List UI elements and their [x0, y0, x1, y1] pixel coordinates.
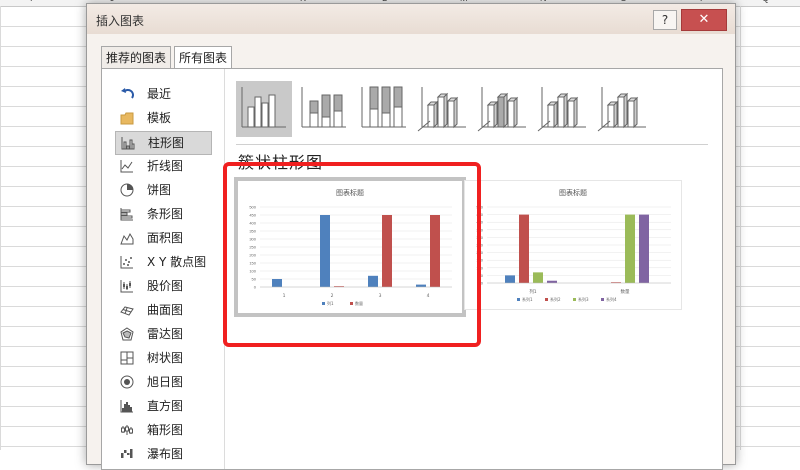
sunburst-chart-icon	[120, 375, 134, 389]
sidebar-item-sunburst-chart[interactable]: 旭日图	[115, 371, 211, 393]
sidebar-item-radar-chart[interactable]: 雷达图	[115, 323, 211, 345]
histogram-chart-icon	[120, 400, 133, 413]
bar-3-2	[625, 214, 635, 283]
column-chart-icon	[121, 137, 135, 150]
sidebar-item-treemap-chart[interactable]: 树状图	[115, 347, 211, 369]
3d-clustered-column-icon	[417, 87, 466, 132]
sidebar-item-bar-chart[interactable]: 条形图	[115, 203, 211, 225]
sidebar-item-label: 箱形图	[147, 423, 184, 437]
grid-column-line	[0, 6, 1, 450]
sidebar-item-scatter-chart[interactable]: X Y 散点图	[115, 251, 211, 273]
tab-recommended-charts[interactable]: 推荐的图表	[101, 46, 172, 70]
sidebar-item-surface-chart[interactable]: 曲面图	[115, 299, 211, 321]
sidebar-item-pie-chart[interactable]: 饼图	[115, 179, 211, 201]
area-chart-icon	[120, 232, 134, 245]
3d-stacked-column-icon	[477, 87, 526, 132]
folder-icon	[120, 112, 134, 125]
3d-clustered-column-button[interactable]	[416, 81, 472, 137]
dialog-title: 插入图表	[96, 14, 145, 28]
bar-4-2	[639, 214, 649, 283]
treemap-chart-icon	[120, 351, 134, 365]
selection-highlight-box	[223, 162, 481, 347]
help-button[interactable]: ?	[653, 10, 677, 30]
sidebar-item-box-whisker-chart[interactable]: 箱形图	[115, 419, 211, 441]
3d-stacked-column-button[interactable]	[476, 81, 532, 137]
sidebar-item-label: 条形图	[147, 207, 184, 221]
sidebar-item-undo-arrow[interactable]: 最近	[115, 83, 211, 105]
sidebar-item-label: 旭日图	[147, 375, 184, 389]
sidebar-item-folder[interactable]: 模板	[115, 107, 211, 129]
close-button[interactable]: ✕	[681, 9, 727, 31]
legend-label: 系列3	[578, 296, 589, 302]
percent-stacked-column-button[interactable]	[356, 81, 412, 137]
y-tick-label: 0	[481, 281, 484, 286]
line-chart-icon	[120, 160, 133, 173]
sidebar-item-label: 曲面图	[147, 303, 184, 317]
stacked-column-icon	[301, 87, 346, 128]
sidebar-item-line-chart[interactable]: 折线图	[115, 155, 211, 177]
sidebar-item-area-chart[interactable]: 面积图	[115, 227, 211, 249]
box-whisker-chart-icon	[121, 425, 133, 435]
sidebar-item-label: 树状图	[147, 351, 184, 365]
sidebar-item-histogram-chart[interactable]: 直方图	[115, 395, 211, 417]
sidebar-item-label: 折线图	[147, 159, 184, 173]
clustered-column-icon	[241, 87, 286, 128]
sidebar-item-label: 面积图	[147, 231, 184, 245]
sidebar-item-label: 雷达图	[147, 327, 184, 341]
legend-swatch	[517, 298, 520, 301]
sidebar-item-label: 股价图	[147, 279, 184, 293]
sidebar-item-label: 模板	[147, 111, 172, 125]
sidebar-item-label: 最近	[147, 87, 172, 101]
clustered-column-button[interactable]	[236, 81, 292, 137]
x-tick-label: 数量	[621, 288, 630, 295]
stacked-column-button[interactable]	[296, 81, 352, 137]
sidebar-item-stock-chart[interactable]: 股价图	[115, 275, 211, 297]
sidebar-item-label: 饼图	[147, 183, 172, 197]
grid-column-line	[740, 6, 741, 450]
legend-swatch	[545, 298, 548, 301]
legend-label: 系列1	[522, 296, 533, 302]
chart-type-sidebar: 最近模板柱形图折线图饼图条形图面积图 X Y 散点图 股价图曲面图雷达图树状图旭日图…	[102, 69, 222, 469]
bar-4-1	[547, 280, 557, 283]
legend-label: 系列2	[550, 296, 561, 302]
legend-swatch	[573, 298, 576, 301]
legend-swatch	[601, 298, 604, 301]
stock-chart-icon	[120, 280, 133, 293]
legend-label: 系列4	[606, 296, 617, 302]
undo-arrow-icon	[121, 88, 134, 99]
sidebar-item-label: X Y 散点图	[147, 255, 207, 269]
dialog-titlebar[interactable]: 插入图表 ? ✕	[87, 4, 735, 34]
chart-title: 图表标题	[559, 188, 587, 197]
3d-percent-stacked-column-button[interactable]	[536, 81, 592, 137]
chart-preview-2[interactable]: 图表标题 0 50 100 150 200 250 300 350 400 450 500 列1 数量 系列…	[464, 180, 682, 310]
section-divider	[236, 144, 708, 145]
pie-chart-icon	[120, 183, 134, 197]
sidebar-item-label: 柱形图	[148, 136, 185, 150]
3d-column-icon	[597, 87, 646, 132]
sidebar-item-label: 直方图	[147, 399, 184, 413]
x-tick-label: 列1	[529, 288, 536, 295]
3d-percent-stacked-column-icon	[537, 87, 586, 132]
3d-column-button[interactable]	[596, 81, 652, 137]
bar-chart-icon	[120, 208, 133, 221]
radar-chart-icon	[120, 327, 134, 341]
bar-2-1	[519, 214, 529, 283]
column-header-label: I	[30, 0, 33, 3]
bar-1-1	[505, 275, 515, 283]
sidebar-item-label: 瀑布图	[147, 447, 184, 461]
column-header-label: Q	[762, 0, 769, 3]
sidebar-item-waterfall-chart[interactable]: 瀑布图	[115, 443, 211, 465]
scatter-chart-icon	[120, 256, 133, 269]
sidebar-item-column-chart[interactable]: 柱形图	[115, 131, 212, 155]
surface-chart-icon	[120, 306, 134, 316]
bar-3-1	[533, 272, 543, 283]
waterfall-chart-icon	[121, 449, 133, 458]
chart-preview-2-svg: 图表标题050100150200250300350400450500列1 数量系列…	[476, 188, 671, 302]
percent-stacked-column-icon	[361, 86, 406, 128]
